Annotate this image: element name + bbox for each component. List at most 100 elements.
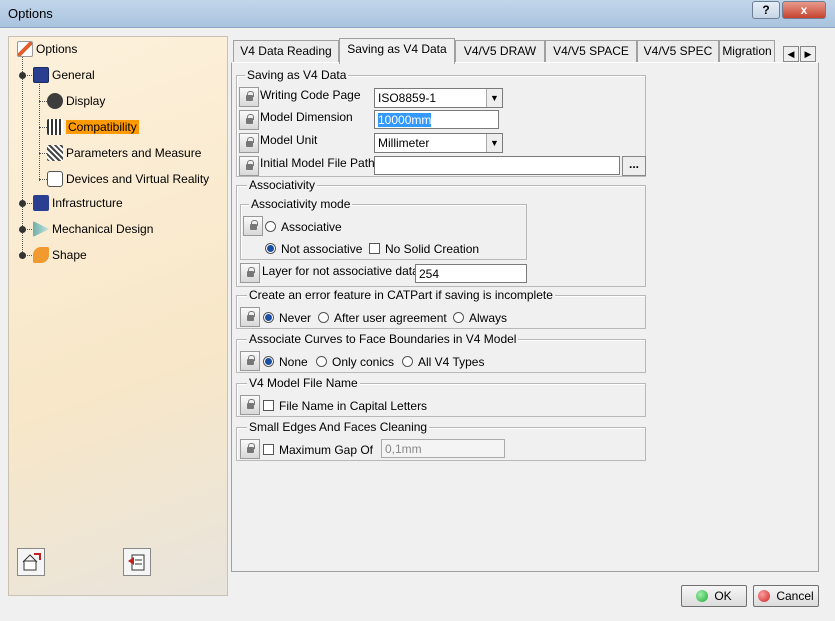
initial-path-input[interactable]	[374, 156, 620, 175]
tree-item-mechanical[interactable]: Mechanical Design	[33, 221, 153, 237]
not-associative-radio[interactable]	[265, 243, 276, 254]
expander-icon[interactable]	[19, 252, 26, 259]
expander-icon[interactable]	[19, 226, 26, 233]
tab-scroll-left-icon[interactable]: ◀	[783, 46, 799, 62]
max-gap-input[interactable]: 0,1mm	[381, 439, 505, 458]
always-label: Always	[469, 311, 508, 325]
tree-item-parameters[interactable]: Parameters and Measure	[47, 145, 201, 161]
capital-letters-label: File Name in Capital Letters	[279, 399, 428, 413]
tab-saving-as-v4-data[interactable]: Saving as V4 Data	[339, 38, 455, 64]
capital-letters-checkbox[interactable]	[263, 400, 274, 411]
shape-icon	[33, 247, 49, 263]
curves-title: Associate Curves to Face Boundaries in V…	[247, 332, 519, 346]
ok-label: OK	[714, 589, 732, 603]
never-radio[interactable]	[263, 312, 274, 323]
tab-v4v5-spec[interactable]: V4/V5 SPEC	[637, 40, 719, 63]
lock-icon[interactable]	[239, 156, 259, 176]
layer-input[interactable]: 254	[415, 264, 527, 283]
model-dimension-value: 10000mm	[378, 113, 432, 127]
chevron-down-icon: ▼	[486, 89, 502, 107]
model-dimension-input[interactable]: 10000mm	[374, 110, 499, 129]
saving-group-title: Saving as V4 Data	[245, 68, 349, 82]
cancel-icon	[758, 590, 771, 602]
tree-item-label: Shape	[52, 248, 87, 262]
options-tree[interactable]: Options General Display Compatibility Pa…	[8, 36, 228, 596]
model-unit-value: Millimeter	[378, 136, 430, 150]
model-dimension-label: Model Dimension	[260, 110, 353, 124]
reset-icon[interactable]	[17, 548, 45, 576]
tree-item-label: Infrastructure	[52, 196, 123, 210]
no-solid-checkbox[interactable]	[369, 243, 380, 254]
browse-button[interactable]: ...	[622, 156, 646, 176]
general-icon	[33, 67, 49, 83]
associativity-title: Associativity	[247, 178, 318, 192]
max-gap-checkbox[interactable]	[263, 444, 274, 455]
tree-item-compatibility[interactable]: Compatibility	[47, 119, 139, 135]
tab-migration[interactable]: Migration	[719, 40, 775, 63]
options-icon	[17, 41, 33, 57]
cleaning-title: Small Edges And Faces Cleaning	[247, 420, 430, 434]
close-button[interactable]: x	[782, 1, 826, 19]
all-v4-types-radio[interactable]	[402, 356, 413, 367]
reset-glyph	[22, 553, 41, 571]
display-icon	[47, 93, 63, 109]
not-associative-label: Not associative	[281, 242, 363, 256]
lock-icon[interactable]	[240, 263, 260, 283]
tree-item-devices[interactable]: Devices and Virtual Reality	[47, 171, 209, 187]
writing-code-page-select[interactable]: ISO8859-1 ▼	[374, 88, 503, 108]
lock-icon[interactable]	[240, 395, 260, 415]
tree-root[interactable]: Options	[17, 41, 77, 57]
none-label: None	[279, 355, 308, 369]
tree-item-label: Devices and Virtual Reality	[66, 172, 210, 186]
lock-icon[interactable]	[240, 351, 260, 371]
no-solid-label: No Solid Creation	[385, 242, 480, 256]
lock-icon[interactable]	[239, 133, 259, 153]
only-conics-label: Only conics	[332, 355, 395, 369]
help-button[interactable]: ?	[752, 1, 780, 19]
only-conics-radio[interactable]	[316, 356, 327, 367]
chevron-down-icon: ▼	[486, 134, 502, 152]
tree-item-shape[interactable]: Shape	[33, 247, 87, 263]
tree-item-general[interactable]: General	[33, 67, 95, 83]
associative-radio[interactable]	[265, 221, 276, 232]
lock-settings-icon[interactable]	[123, 548, 151, 576]
always-radio[interactable]	[453, 312, 464, 323]
tab-v4-data-reading[interactable]: V4 Data Reading	[233, 40, 339, 63]
tree-item-infrastructure[interactable]: Infrastructure	[33, 195, 123, 211]
title-bar: Options ? x	[0, 0, 835, 28]
model-unit-select[interactable]: Millimeter ▼	[374, 133, 503, 153]
tree-root-label: Options	[36, 42, 78, 56]
model-unit-label: Model Unit	[260, 133, 318, 147]
cancel-label: Cancel	[776, 589, 814, 603]
tree-item-label: General	[52, 68, 95, 82]
tree-line	[39, 79, 40, 181]
window-title: Options	[8, 6, 53, 21]
lock-icon[interactable]	[240, 307, 260, 327]
lock-icon[interactable]	[240, 439, 260, 459]
lock-icon[interactable]	[239, 110, 259, 130]
ok-button[interactable]: OK	[681, 585, 747, 607]
expander-icon[interactable]	[19, 200, 26, 207]
tab-v4v5-draw[interactable]: V4/V5 DRAW	[455, 40, 545, 63]
tree-item-display[interactable]: Display	[47, 93, 105, 109]
filename-title: V4 Model File Name	[247, 376, 360, 390]
initial-path-label: Initial Model File Path	[260, 156, 375, 170]
compatibility-icon	[47, 119, 63, 135]
tab-v4v5-space[interactable]: V4/V5 SPACE	[545, 40, 637, 63]
error-feature-title: Create an error feature in CATPart if sa…	[247, 288, 555, 302]
expander-icon[interactable]	[19, 72, 26, 79]
parameters-icon	[47, 145, 63, 161]
infrastructure-icon	[33, 195, 49, 211]
ok-icon	[696, 590, 709, 602]
none-radio[interactable]	[263, 356, 274, 367]
lock-icon[interactable]	[239, 87, 259, 107]
devices-icon	[47, 171, 63, 187]
cancel-button[interactable]: Cancel	[753, 585, 819, 607]
lock-icon[interactable]	[243, 216, 263, 236]
never-label: Never	[279, 311, 312, 325]
associativity-mode-title: Associativity mode	[249, 197, 353, 211]
writing-code-page-value: ISO8859-1	[378, 91, 437, 105]
tab-scroll-right-icon[interactable]: ▶	[800, 46, 816, 62]
after-agreement-radio[interactable]	[318, 312, 329, 323]
after-agreement-label: After user agreement	[334, 311, 447, 325]
